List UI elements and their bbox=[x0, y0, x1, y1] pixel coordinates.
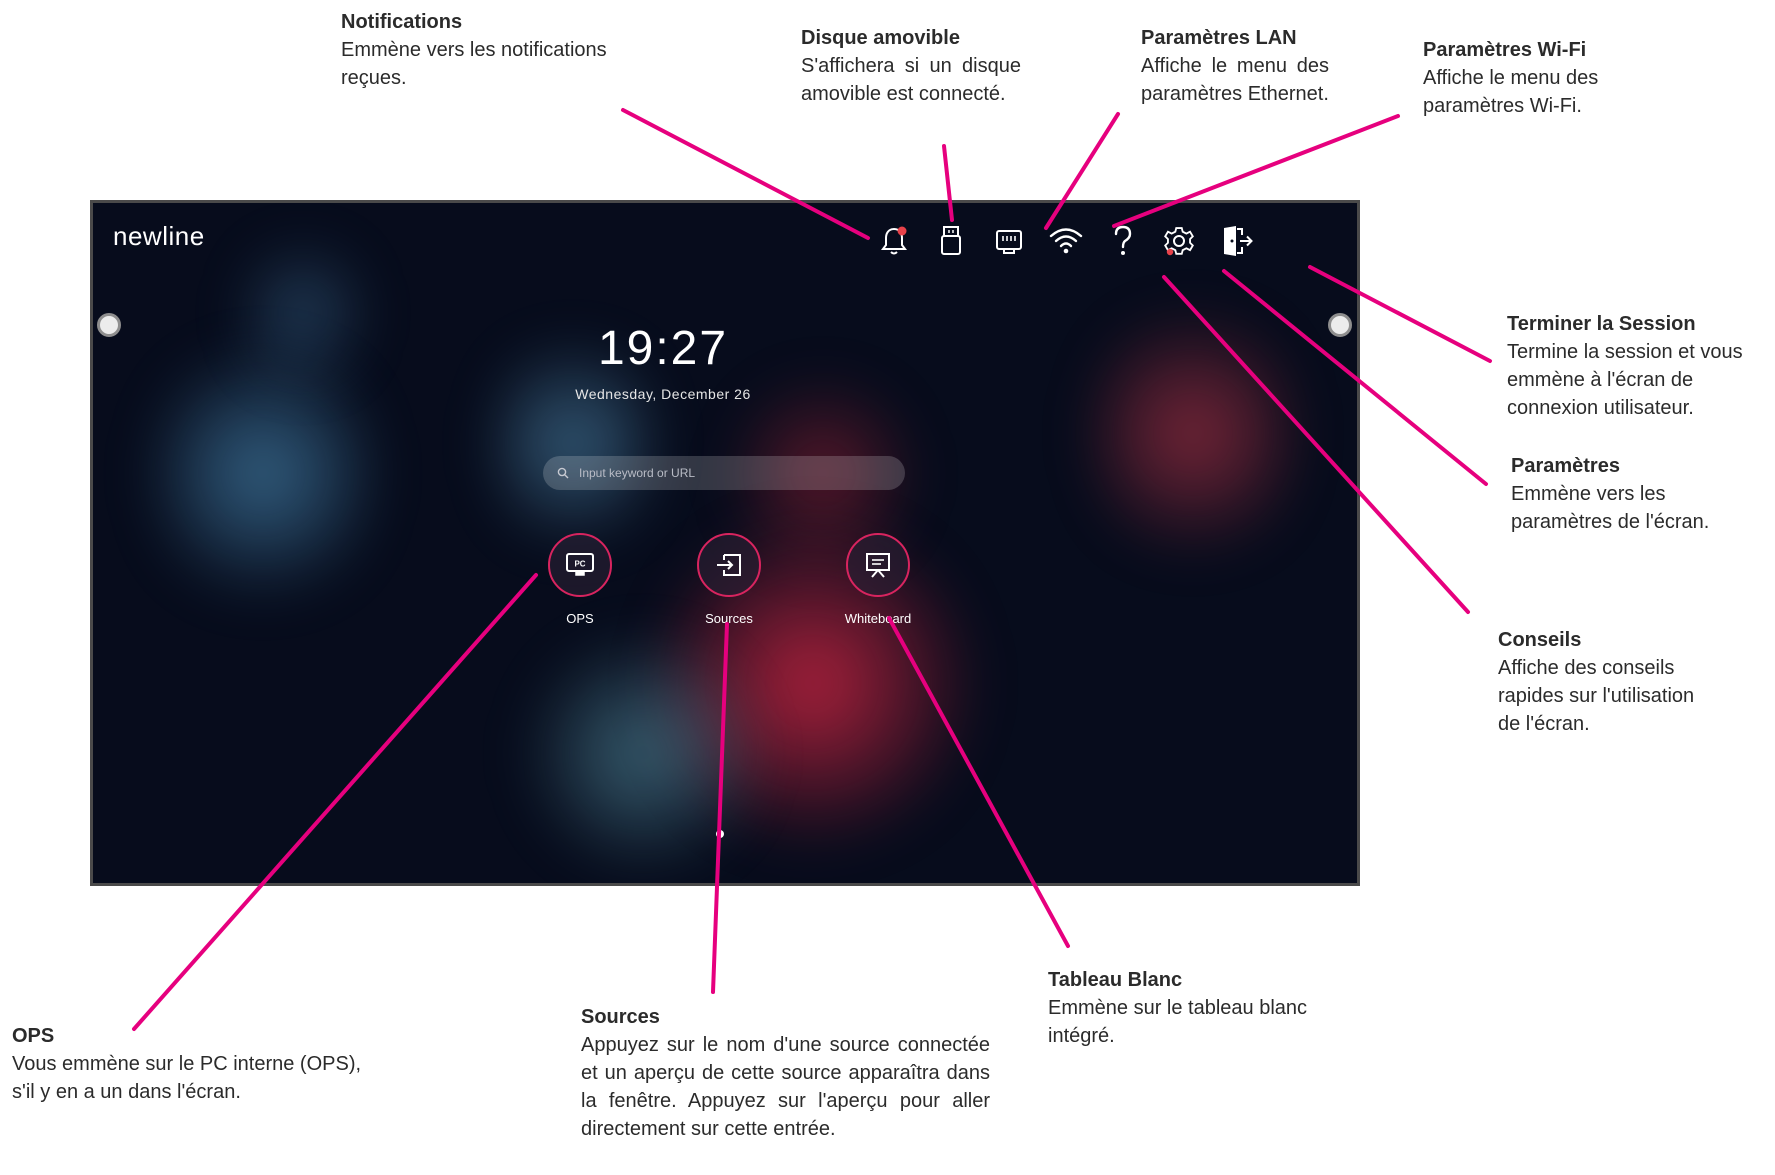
annotation-end-session-desc: Termine la session et vous emmène à l'éc… bbox=[1507, 341, 1743, 419]
annotation-end-session: Terminer la Session Termine la session e… bbox=[1507, 310, 1769, 422]
annotation-sources: Sources Appuyez sur le nom d'une source … bbox=[581, 1003, 990, 1143]
app-whiteboard[interactable]: Whiteboard bbox=[818, 533, 938, 626]
display-screen: newline 19:27 Wednesday, December 26 Inp… bbox=[90, 200, 1360, 886]
search-input[interactable] bbox=[577, 465, 881, 481]
app-ops-label: OPS bbox=[566, 611, 594, 626]
background-smoke-teal-bottom bbox=[523, 623, 763, 883]
annotation-removable-disk-desc: S'affichera si un disque amovible est co… bbox=[801, 55, 1021, 105]
annotation-lan-title: Paramètres LAN bbox=[1141, 27, 1297, 49]
annotation-end-session-title: Terminer la Session bbox=[1507, 313, 1696, 335]
app-ops-circle[interactable]: PC bbox=[548, 533, 612, 597]
annotation-ops: OPS Vous emmène sur le PC interne (OPS),… bbox=[12, 1022, 374, 1106]
removable-disk-button[interactable] bbox=[933, 223, 969, 259]
annotation-whiteboard: Tableau Blanc Emmène sur le tableau blan… bbox=[1048, 966, 1313, 1050]
lan-settings-button[interactable] bbox=[991, 223, 1027, 259]
question-icon bbox=[1114, 225, 1132, 255]
annotation-settings: Paramètres Emmène vers les paramètres de… bbox=[1511, 452, 1761, 536]
annotation-lan-desc: Affiche le menu des paramètres Ethernet. bbox=[1141, 55, 1329, 105]
annotation-settings-title: Paramètres bbox=[1511, 455, 1620, 477]
ethernet-icon bbox=[996, 230, 1022, 254]
notifications-button[interactable] bbox=[876, 223, 912, 259]
left-side-toolbar-handle[interactable] bbox=[97, 313, 121, 337]
logout-icon bbox=[1224, 226, 1253, 256]
search-icon bbox=[557, 467, 569, 479]
tips-button[interactable] bbox=[1105, 223, 1141, 259]
bell-icon bbox=[881, 226, 907, 255]
background-smoke-blue-top bbox=[243, 223, 363, 403]
whiteboard-icon bbox=[866, 553, 890, 578]
pc-monitor-icon: PC bbox=[566, 553, 594, 576]
app-sources-circle[interactable] bbox=[697, 533, 761, 597]
pc-icon-text: PC bbox=[574, 560, 585, 569]
app-whiteboard-circle[interactable] bbox=[846, 533, 910, 597]
annotation-notifications-desc: Emmène vers les notifications reçues. bbox=[341, 39, 607, 89]
annotation-sources-desc: Appuyez sur le nom d'une source connecté… bbox=[581, 1034, 990, 1140]
right-side-toolbar-handle[interactable] bbox=[1328, 313, 1352, 337]
annotation-notifications-title: Notifications bbox=[341, 11, 463, 33]
annotation-wifi-desc: Affiche le menu des paramètres Wi-Fi. bbox=[1423, 67, 1599, 117]
page-indicator-dot[interactable] bbox=[716, 830, 724, 838]
annotation-notifications: Notifications Emmène vers les notificati… bbox=[341, 8, 671, 92]
usb-drive-icon bbox=[941, 226, 961, 255]
gear-icon bbox=[1164, 227, 1194, 256]
annotation-whiteboard-title: Tableau Blanc bbox=[1048, 969, 1183, 991]
annotation-tips: Conseils Affiche des conseils rapides su… bbox=[1498, 626, 1698, 738]
annotation-removable-disk-title: Disque amovible bbox=[801, 27, 960, 49]
settings-button[interactable] bbox=[1161, 223, 1197, 259]
app-whiteboard-label: Whiteboard bbox=[844, 611, 912, 626]
annotation-tips-title: Conseils bbox=[1498, 629, 1582, 651]
annotation-wifi-title: Paramètres Wi-Fi bbox=[1423, 39, 1587, 61]
app-sources[interactable]: Sources bbox=[669, 533, 789, 626]
app-sources-label: Sources bbox=[705, 611, 753, 626]
annotation-lan: Paramètres LAN Affiche le menu des param… bbox=[1141, 24, 1329, 108]
annotation-whiteboard-desc: Emmène sur le tableau blanc intégré. bbox=[1048, 997, 1308, 1047]
annotation-removable-disk: Disque amovible S'affichera si un disque… bbox=[801, 24, 1021, 108]
end-session-button[interactable] bbox=[1219, 223, 1255, 259]
search-bar[interactable] bbox=[543, 456, 905, 490]
annotation-ops-title: OPS bbox=[12, 1025, 55, 1047]
clock-time: 19:27 bbox=[597, 322, 729, 375]
annotation-settings-desc: Emmène vers les paramètres de l'écran. bbox=[1511, 483, 1710, 533]
annotation-wifi: Paramètres Wi-Fi Affiche le menu des par… bbox=[1423, 36, 1643, 120]
annotation-tips-desc: Affiche des conseils rapides sur l'utili… bbox=[1498, 657, 1695, 735]
annotation-ops-desc: Vous emmène sur le PC interne (OPS), s'i… bbox=[12, 1053, 362, 1103]
wifi-settings-button[interactable] bbox=[1048, 223, 1084, 259]
clock-date: Wednesday, December 26 bbox=[575, 386, 751, 402]
app-ops[interactable]: PC OPS bbox=[520, 533, 640, 626]
brand-logo: newline bbox=[113, 221, 205, 251]
wifi-icon bbox=[1049, 228, 1083, 254]
input-source-icon bbox=[717, 554, 741, 576]
annotation-sources-title: Sources bbox=[581, 1006, 660, 1028]
background-smoke-red-right bbox=[1093, 283, 1293, 583]
